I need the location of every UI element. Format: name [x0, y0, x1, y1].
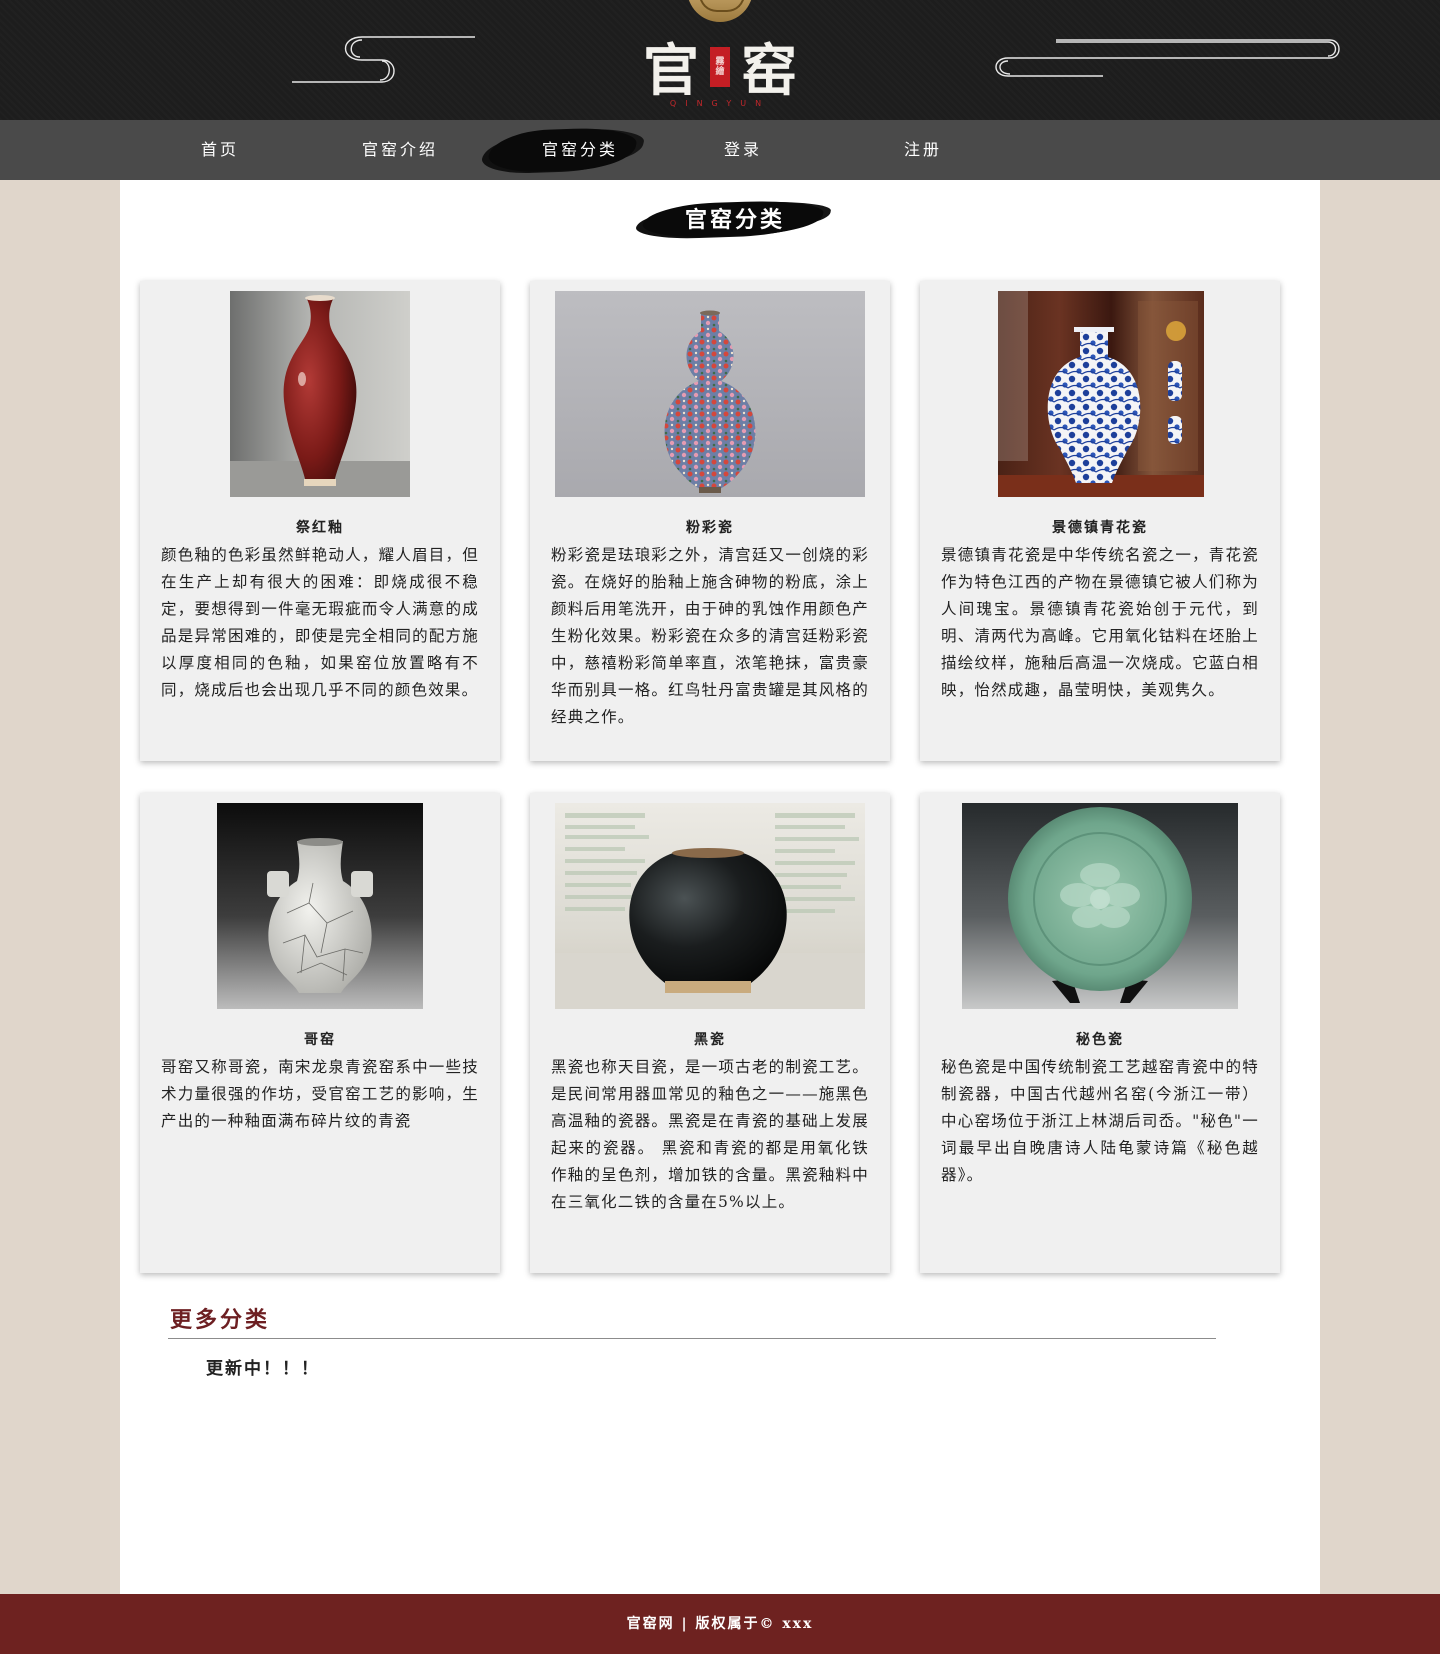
site-header: 官 霧 繪 窑 QINGYUN	[0, 0, 1440, 120]
vase-illustration	[267, 838, 373, 993]
card-title: 黑瓷	[694, 1032, 726, 1048]
famille-rose-gourd-vase-photo[interactable]	[555, 291, 865, 497]
red-glaze-vase-photo[interactable]	[230, 291, 410, 497]
more-categories-title: 更多分类	[170, 1307, 271, 1333]
site-footer: 官窑网 | 版权属于© xxx	[0, 1594, 1440, 1654]
logo-seal-char: 繪	[715, 66, 725, 77]
site-logo[interactable]: 官 霧 繪 窑 QINGYUN	[640, 0, 800, 120]
card-title: 粉彩瓷	[686, 520, 734, 536]
logo-seal-char: 霧	[715, 56, 725, 67]
card-description: 哥窑又称哥瓷，南宋龙泉青瓷窑系中一些技术力量很强的作坊，受官窑工艺的影响，生产出…	[161, 1058, 479, 1130]
blue-white-vase-photo[interactable]	[998, 291, 1204, 497]
nav-item-home[interactable]: 首页	[160, 120, 280, 180]
vase-illustration	[230, 295, 410, 497]
logo-char-2: 窑	[741, 38, 797, 104]
logo-ornament-icon	[687, 0, 753, 22]
card-description: 颜色釉的色彩虽然鲜艳动人，耀人眉目，但在生产上却有很大的困难：即烧成很不稳定，要…	[161, 546, 479, 699]
category-card[interactable]: 黑瓷 黑瓷也称天目瓷，是一项古老的制瓷工艺。是民间常用器皿常见的釉色之一——施黑…	[530, 793, 890, 1273]
vase-illustration	[664, 310, 756, 493]
category-card[interactable]: 景德镇青花瓷 景德镇青花瓷是中华传统名瓷之一，青花瓷作为特色江西的产物在景德镇它…	[920, 281, 1280, 761]
nav-item-categories[interactable]: 官窑分类	[520, 120, 640, 180]
nav-item-login[interactable]: 登录	[683, 120, 803, 180]
card-title: 景德镇青花瓷	[1052, 520, 1148, 536]
more-categories-status: 更新中！！！	[206, 1359, 320, 1379]
category-card[interactable]: 祭红釉 颜色釉的色彩虽然鲜艳动人，耀人眉目，但在生产上却有很大的困难：即烧成很不…	[140, 281, 500, 761]
main-content: 官窑分类 祭红釉 颜色釉的色彩虽然鲜艳动人，耀人眉目，但在生产上却有很大的困难：…	[120, 180, 1320, 1594]
card-description: 秘色瓷是中国传统制瓷工艺越窑青瓷中的特制瓷器，中国古代越州名窑(今浙江一带）中心…	[941, 1058, 1259, 1184]
category-card[interactable]: 哥窑 哥窑又称哥瓷，南宋龙泉青瓷窑系中一些技术力量很强的作坊，受官窑工艺的影响，…	[140, 793, 500, 1273]
card-description: 粉彩瓷是珐琅彩之外，清宫廷又一创烧的彩瓷。在烧好的胎釉上施含砷物的粉底，涂上颜料…	[551, 546, 869, 726]
nav-item-register[interactable]: 注册	[863, 120, 983, 180]
category-card[interactable]: 粉彩瓷 粉彩瓷是珐琅彩之外，清宫廷又一创烧的彩瓷。在烧好的胎釉上施含砷物的粉底，…	[530, 281, 890, 761]
main-nav: 首页 官窑介绍 官窑分类 登录 注册	[0, 120, 1440, 180]
card-description: 景德镇青花瓷是中华传统名瓷之一，青花瓷作为特色江西的产物在景德镇它被人们称为人间…	[941, 546, 1259, 699]
card-description: 黑瓷也称天目瓷，是一项古老的制瓷工艺。是民间常用器皿常见的釉色之一——施黑色高温…	[551, 1058, 869, 1211]
black-jar-photo[interactable]	[555, 803, 865, 1009]
logo-title: 官 霧 繪 窑	[640, 26, 800, 107]
divider	[168, 1338, 1216, 1339]
card-title: 哥窑	[304, 1032, 336, 1048]
section-title: 官窑分类	[684, 207, 785, 233]
plate-illustration	[1008, 807, 1192, 1003]
card-title: 祭红釉	[296, 520, 344, 536]
jar-illustration	[555, 813, 865, 1009]
logo-char-1: 官	[643, 38, 699, 104]
logo-seal: 霧 繪	[710, 46, 730, 87]
crackle-vase-photo[interactable]	[217, 803, 423, 1009]
category-card[interactable]: 秘色瓷 秘色瓷是中国传统制瓷工艺越窑青瓷中的特制瓷器，中国古代越州名窑(今浙江一…	[920, 793, 1280, 1273]
nav-item-intro[interactable]: 官窑介绍	[340, 120, 460, 180]
copyright-text: 官窑网 | 版权属于© xxx	[626, 1616, 814, 1632]
card-title: 秘色瓷	[1076, 1032, 1124, 1048]
vase-illustration	[998, 291, 1204, 497]
logo-subtitle: QINGYUN	[669, 99, 771, 108]
celadon-plate-photo[interactable]	[962, 803, 1238, 1009]
